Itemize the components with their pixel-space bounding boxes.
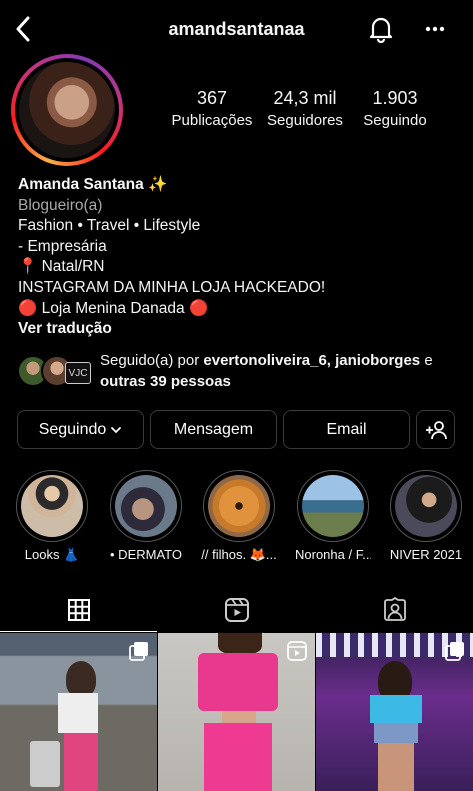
more-options-button[interactable]: [420, 16, 450, 42]
stat-following-label: Seguindo: [363, 112, 427, 129]
stat-posts[interactable]: 367 Publicações: [168, 88, 256, 129]
followed-by-others[interactable]: outras 39 pessoas: [100, 373, 231, 390]
profile-bio: Amanda Santana ✨ Blogueiro(a) Fashion • …: [18, 175, 458, 340]
highlight-niver-2021[interactable]: NIVER 2021: [388, 470, 464, 562]
highlight-cover: [395, 475, 457, 537]
bell-icon: [369, 17, 393, 44]
active-tab-indicator: [0, 630, 157, 632]
tagged-icon: [383, 597, 406, 621]
bio-line: INSTAGRAM DA MINHA LOJA HACKEADO!: [18, 278, 326, 296]
highlight-looks[interactable]: Looks 👗: [14, 470, 90, 563]
highlight-noronha[interactable]: Noronha / F...: [295, 470, 371, 562]
followed-by[interactable]: VJC Seguido(a) por evertonoliveira_6, ja…: [17, 350, 467, 392]
stat-following-count: 1.903: [372, 88, 418, 108]
post-thumbnail[interactable]: [0, 633, 157, 791]
profile-tabs: [0, 588, 473, 632]
tab-reels[interactable]: [158, 588, 315, 632]
following-button[interactable]: Seguindo: [17, 410, 144, 449]
highlight-label: // filhos. 🦊...: [201, 547, 277, 562]
top-bar: amandsantanaa: [0, 0, 473, 58]
stat-followers-label: Seguidores: [267, 112, 343, 129]
profile-avatar: [19, 62, 115, 158]
bio-line: 🔴 Loja Menina Danada 🔴: [18, 299, 209, 317]
reels-badge-icon: [287, 641, 307, 661]
profile-stats: 367 Publicações 24,3 mil Seguidores 1.90…: [160, 88, 460, 132]
stat-posts-label: Publicações: [171, 112, 253, 129]
profile-display-name: Amanda Santana ✨: [18, 176, 168, 193]
follower-avatar-logo: VJC: [65, 362, 91, 384]
highlight-label: • DERMATO: [110, 547, 182, 562]
profile-username: amandsantanaa: [168, 19, 305, 39]
carousel-icon: [129, 642, 148, 661]
message-button[interactable]: Mensagem: [150, 410, 277, 449]
carousel-icon: [445, 642, 464, 661]
tab-posts-grid[interactable]: [0, 588, 157, 632]
bio-line: 📍 Natal/RN: [18, 258, 105, 276]
highlight-cover: [21, 475, 83, 537]
post-thumbnail[interactable]: [316, 633, 473, 791]
profile-avatar-story-ring[interactable]: [11, 54, 123, 166]
stat-posts-count: 367: [196, 88, 228, 108]
more-horizontal-icon: [425, 26, 445, 32]
add-person-icon: [425, 420, 447, 439]
grid-icon: [67, 599, 90, 621]
following-button-label: Seguindo: [38, 420, 107, 438]
highlight-dermato[interactable]: • DERMATO: [108, 470, 184, 562]
followed-by-text: Seguido(a) por evertonoliveira_6, janiob…: [100, 352, 433, 390]
highlight-label: Looks 👗: [24, 547, 80, 562]
tab-tagged[interactable]: [316, 588, 473, 632]
message-button-label: Mensagem: [173, 420, 254, 438]
post-thumbnail[interactable]: [158, 633, 315, 791]
suggest-people-button[interactable]: [416, 410, 455, 449]
highlight-filhos[interactable]: // filhos. 🦊...: [201, 470, 277, 563]
highlight-cover: [302, 475, 364, 537]
bio-line: Fashion • Travel • Lifestyle: [18, 217, 201, 235]
profile-category: Blogueiro(a): [18, 196, 103, 214]
stat-followers[interactable]: 24,3 mil Seguidores: [261, 88, 349, 129]
stat-following[interactable]: 1.903 Seguindo: [356, 88, 434, 129]
see-translation-link[interactable]: Ver tradução: [18, 319, 458, 340]
email-button-label: Email: [326, 420, 367, 438]
suitcase: [30, 741, 60, 787]
highlight-cover: [115, 475, 177, 537]
notifications-button[interactable]: [367, 15, 395, 44]
highlight-label: NIVER 2021: [389, 547, 463, 562]
email-button[interactable]: Email: [283, 410, 410, 449]
stat-followers-count: 24,3 mil: [273, 88, 337, 108]
followed-by-names[interactable]: evertonoliveira_6, janioborges: [203, 352, 420, 369]
chevron-down-icon: [111, 426, 122, 433]
bio-line: - Empresária: [18, 237, 107, 255]
highlight-label: Noronha / F...: [295, 547, 371, 562]
reels-icon: [224, 598, 249, 622]
highlight-cover: [208, 475, 270, 537]
